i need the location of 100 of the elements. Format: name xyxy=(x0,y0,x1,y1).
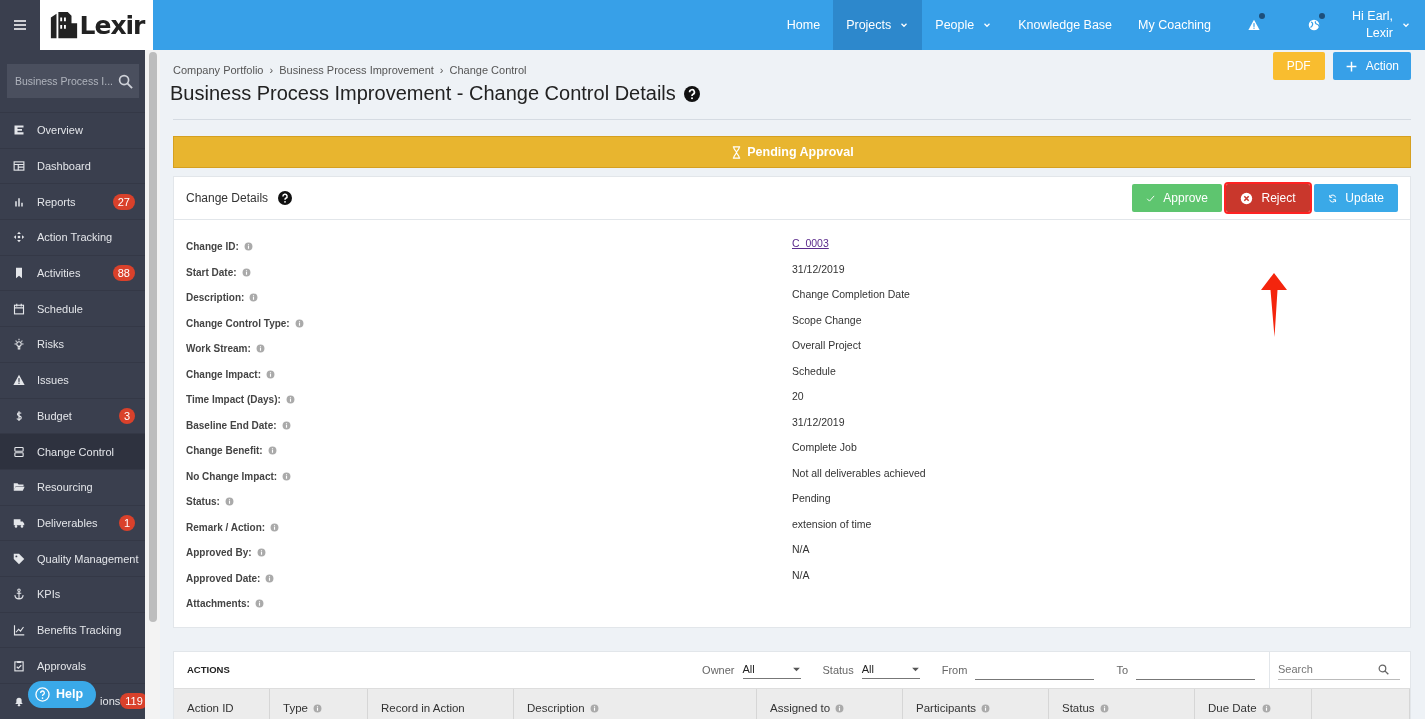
status-banner: Pending Approval xyxy=(173,136,1411,168)
field-label: Status: xyxy=(186,496,220,508)
info-icon xyxy=(265,573,275,583)
breadcrumb-link[interactable]: Company Portfolio xyxy=(173,64,264,76)
field-label: Remark / Action: xyxy=(186,521,266,533)
sidebar-item[interactable]: Deliverables 1 xyxy=(0,504,145,541)
field-label: Change Impact: xyxy=(186,368,261,380)
filter-label: Owner xyxy=(702,663,735,676)
count-badge: 119 xyxy=(120,693,148,710)
count-badge: 27 xyxy=(112,193,135,210)
field-label: Attachments: xyxy=(186,598,250,610)
filter-label: To xyxy=(1116,663,1128,676)
field-value: Not all deliverables achieved xyxy=(792,466,926,479)
breadcrumb-link[interactable]: Business Process Improvement xyxy=(279,64,434,76)
filter-dropdown[interactable]: All xyxy=(742,660,801,679)
dashboard-icon xyxy=(13,160,25,173)
breadcrumb-separator: › xyxy=(269,64,274,76)
refresh-icon xyxy=(1328,191,1338,205)
help-icon xyxy=(278,191,293,205)
building-icon xyxy=(48,10,79,40)
section-title: ACTIONS xyxy=(186,664,231,675)
globe-icon[interactable] xyxy=(1308,19,1320,31)
truck-icon xyxy=(13,516,25,529)
close-circle-icon xyxy=(1240,191,1254,205)
field-label: Change ID: xyxy=(186,241,239,253)
column-header[interactable]: Action ID xyxy=(174,688,270,719)
warning-icon xyxy=(13,374,25,387)
sidebar-item[interactable]: Activities 88 xyxy=(0,254,145,291)
field-label: No Change Impact: xyxy=(186,470,278,482)
field-label: Baseline End Date: xyxy=(186,419,277,431)
info-icon xyxy=(266,369,275,379)
logo-text: Lexir xyxy=(79,10,145,40)
logo[interactable]: Lexir xyxy=(40,0,153,50)
info-icon xyxy=(254,599,264,609)
column-header[interactable]: Due Date xyxy=(1195,688,1312,719)
folder-icon xyxy=(13,481,25,494)
sidebar-item[interactable]: Change Control xyxy=(0,433,145,469)
info-icon xyxy=(249,293,259,303)
menu-button[interactable] xyxy=(0,0,40,50)
column-header[interactable]: Participants xyxy=(903,688,1049,719)
info-icon xyxy=(294,318,304,328)
field-label: Work Stream: xyxy=(186,343,251,355)
field-value: N/A xyxy=(792,543,810,555)
info-icon xyxy=(270,522,280,532)
menu-icon xyxy=(12,17,28,33)
breadcrumb-link[interactable]: Change Control xyxy=(449,64,527,76)
search-icon xyxy=(1378,663,1389,675)
search-icon xyxy=(118,73,133,89)
info-icon xyxy=(282,471,292,481)
field-value: Schedule xyxy=(792,364,836,377)
info-icon xyxy=(256,548,266,558)
info-icon xyxy=(255,344,265,354)
plus-icon xyxy=(1344,59,1358,73)
arrow-drawing xyxy=(1259,272,1289,338)
info-icon xyxy=(267,446,277,456)
field-value: Scope Change xyxy=(792,313,862,326)
count-badge: 1 xyxy=(118,514,135,531)
info-icon xyxy=(224,497,234,507)
field-value: Overall Project xyxy=(792,339,861,351)
clipboard-check-icon xyxy=(13,659,25,672)
column-header[interactable]: Assigned to xyxy=(757,688,903,719)
bell-icon xyxy=(13,695,25,708)
field-label: Change Control Type: xyxy=(186,317,290,329)
help-icon xyxy=(683,85,700,102)
field-label: Start Date: xyxy=(186,266,237,278)
column-header[interactable]: Type xyxy=(270,688,368,719)
count-badge: 3 xyxy=(118,407,135,424)
column-header[interactable]: Record in Action xyxy=(368,688,514,719)
field-label: Time Impact (Days): xyxy=(186,394,281,406)
field-value: 31/12/2019 xyxy=(792,415,845,428)
field-label: Change Benefit: xyxy=(186,445,263,457)
line-chart-icon xyxy=(13,623,25,636)
info-icon xyxy=(281,420,291,430)
field-label: Approved Date: xyxy=(186,572,261,584)
filter-dropdown[interactable]: All xyxy=(861,660,920,679)
breadcrumb-separator: › xyxy=(439,64,444,76)
card-title: Change Details xyxy=(186,191,269,205)
field-value: extension of time xyxy=(792,517,872,530)
anchor-icon xyxy=(13,588,25,601)
count-badge: 88 xyxy=(112,265,135,282)
column-header[interactable]: Description xyxy=(514,688,757,719)
filter-label: From xyxy=(941,663,968,676)
field-label: Approved By: xyxy=(186,547,252,559)
warning-icon[interactable] xyxy=(1248,19,1260,31)
info-icon xyxy=(285,395,295,405)
field-value: N/A xyxy=(792,568,810,581)
page-title: Business Process Improvement - Change Control Details xyxy=(170,82,676,105)
calendar-icon xyxy=(13,302,25,315)
reject-button[interactable]: Reject xyxy=(1226,184,1310,212)
scrollbar[interactable] xyxy=(145,50,160,719)
column-header[interactable]: Status xyxy=(1049,688,1195,719)
bar-chart-icon xyxy=(13,195,25,208)
sidebar-item[interactable]: Reports 27 xyxy=(0,183,145,220)
move-arrows-icon xyxy=(13,231,25,244)
sidebar-item[interactable]: ions xyxy=(100,695,121,708)
info-icon xyxy=(241,267,251,277)
search-field[interactable]: Business Process I... xyxy=(7,64,139,98)
nav-item[interactable]: Projects xyxy=(833,0,923,50)
lightbulb-icon xyxy=(13,338,25,351)
field-value: 31/12/2019 xyxy=(792,262,845,275)
